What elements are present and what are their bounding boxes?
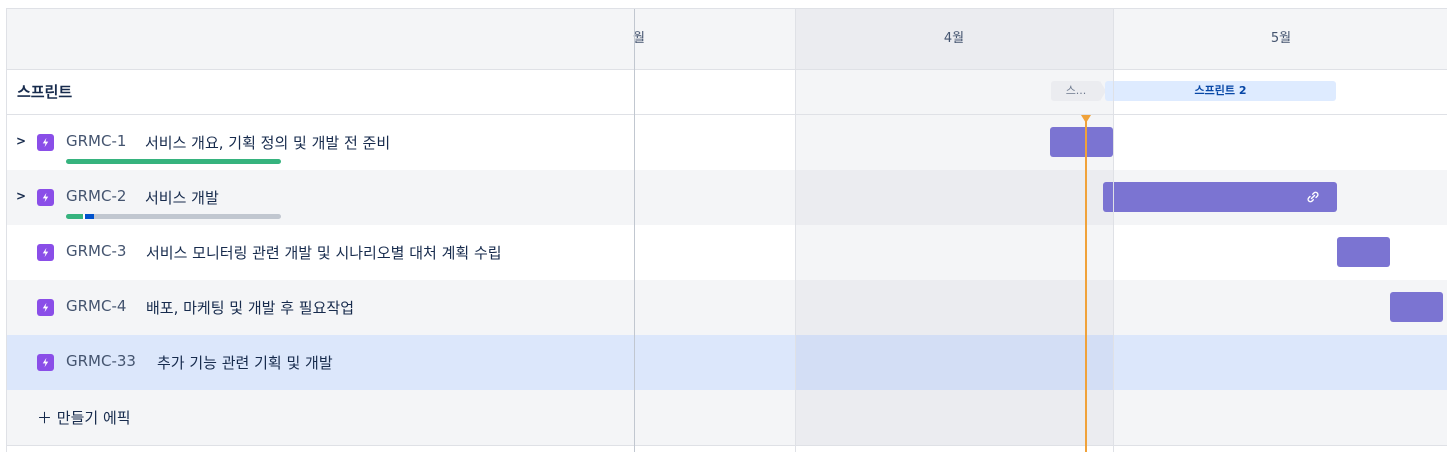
link-icon bbox=[1305, 189, 1321, 209]
epic-key[interactable]: GRMC-33 bbox=[66, 352, 136, 370]
epic-title[interactable]: 배포, 마케팅 및 개발 후 필요작업 bbox=[146, 297, 354, 318]
april-band bbox=[795, 170, 1113, 225]
month-label-april: 4월 bbox=[795, 9, 1113, 69]
epic-title[interactable]: 서비스 개요, 기획 정의 및 개발 전 준비 bbox=[145, 132, 390, 153]
month-label-march: 월 bbox=[633, 31, 645, 46]
epic-key[interactable]: GRMC-4 bbox=[66, 297, 126, 315]
epic-row-cell: GRMC-4 배포, 마케팅 및 개발 후 필요작업 bbox=[7, 280, 634, 335]
epic-title[interactable]: 추가 기능 관련 기획 및 개발 bbox=[157, 352, 333, 373]
epic-row-cell: GRMC-33 추가 기능 관련 기획 및 개발 bbox=[7, 335, 634, 390]
progress-done bbox=[66, 214, 83, 219]
roadmap-timeline: 월 4월 5월 스프린트 스... 스프린트 2 > GRMC-1 서비스 개요… bbox=[6, 8, 1447, 452]
april-band bbox=[795, 390, 1113, 445]
add-epic-button[interactable]: ＋ 만들기 에픽 bbox=[37, 407, 131, 428]
epic-title[interactable]: 서비스 개발 bbox=[145, 187, 219, 208]
epic-bar-grmc-4[interactable] bbox=[1390, 292, 1443, 322]
epic-title[interactable]: 서비스 모니터링 관련 개발 및 시나리오별 대처 계획 수립 bbox=[146, 242, 502, 263]
sprint-row-label-cell: 스프린트 bbox=[7, 70, 634, 114]
month-divider bbox=[795, 9, 796, 452]
list-header bbox=[7, 9, 634, 69]
epic-bar-grmc-1[interactable] bbox=[1050, 127, 1113, 157]
list-divider[interactable] bbox=[634, 9, 635, 452]
add-epic-label: 만들기 에픽 bbox=[56, 409, 131, 427]
epic-progress-bar bbox=[66, 159, 281, 164]
month-divider bbox=[1113, 9, 1114, 452]
epic-lightning-icon bbox=[37, 354, 54, 371]
expand-chevron-icon[interactable]: > bbox=[16, 189, 26, 203]
bottom-divider bbox=[7, 445, 1447, 446]
april-band bbox=[795, 280, 1113, 335]
expand-chevron-icon[interactable]: > bbox=[16, 134, 26, 148]
epic-progress-bar bbox=[66, 214, 281, 219]
epic-row-grmc-2[interactable]: > GRMC-2 서비스 개발 bbox=[7, 170, 1447, 225]
epic-row-cell: GRMC-3 서비스 모니터링 관련 개발 및 시나리오별 대처 계획 수립 bbox=[7, 225, 634, 280]
epic-key[interactable]: GRMC-2 bbox=[66, 187, 126, 205]
sprint-2-pill[interactable]: 스프린트 2 bbox=[1105, 81, 1336, 101]
add-epic-row[interactable]: ＋ 만들기 에픽 bbox=[7, 390, 1447, 445]
epic-row-grmc-1[interactable]: > GRMC-1 서비스 개요, 기획 정의 및 개발 전 준비 bbox=[7, 115, 1447, 170]
timeline-header: 월 4월 5월 bbox=[7, 9, 1447, 70]
month-label-may: 5월 bbox=[1270, 31, 1292, 46]
epic-bar-grmc-3[interactable] bbox=[1337, 237, 1390, 267]
plus-icon: ＋ bbox=[37, 409, 53, 427]
epic-lightning-icon bbox=[37, 244, 54, 261]
epic-row-grmc-3[interactable]: GRMC-3 서비스 모니터링 관련 개발 및 시나리오별 대처 계획 수립 bbox=[7, 225, 1447, 280]
today-line bbox=[1085, 115, 1087, 452]
epic-key[interactable]: GRMC-1 bbox=[66, 132, 126, 150]
sprint-1-pill[interactable]: 스... bbox=[1051, 81, 1101, 101]
april-band bbox=[795, 335, 1113, 390]
epic-row-grmc-4[interactable]: GRMC-4 배포, 마케팅 및 개발 후 필요작업 bbox=[7, 280, 1447, 335]
sprint-row-label: 스프린트 bbox=[17, 83, 73, 101]
epic-lightning-icon bbox=[37, 299, 54, 316]
progress-done bbox=[66, 159, 281, 164]
epic-lightning-icon bbox=[37, 189, 54, 206]
epic-bar-grmc-2[interactable] bbox=[1103, 182, 1337, 212]
epic-row-cell: > GRMC-1 서비스 개요, 기획 정의 및 개발 전 준비 bbox=[7, 115, 634, 170]
april-band bbox=[795, 225, 1113, 280]
epic-row-grmc-33[interactable]: GRMC-33 추가 기능 관련 기획 및 개발 bbox=[7, 335, 1447, 390]
epic-row-cell: > GRMC-2 서비스 개발 bbox=[7, 170, 634, 225]
add-epic-cell: ＋ 만들기 에픽 bbox=[7, 390, 634, 445]
epic-key[interactable]: GRMC-3 bbox=[66, 242, 126, 260]
today-marker-icon bbox=[1081, 115, 1091, 123]
epic-lightning-icon bbox=[37, 134, 54, 151]
progress-in-progress bbox=[85, 214, 94, 219]
